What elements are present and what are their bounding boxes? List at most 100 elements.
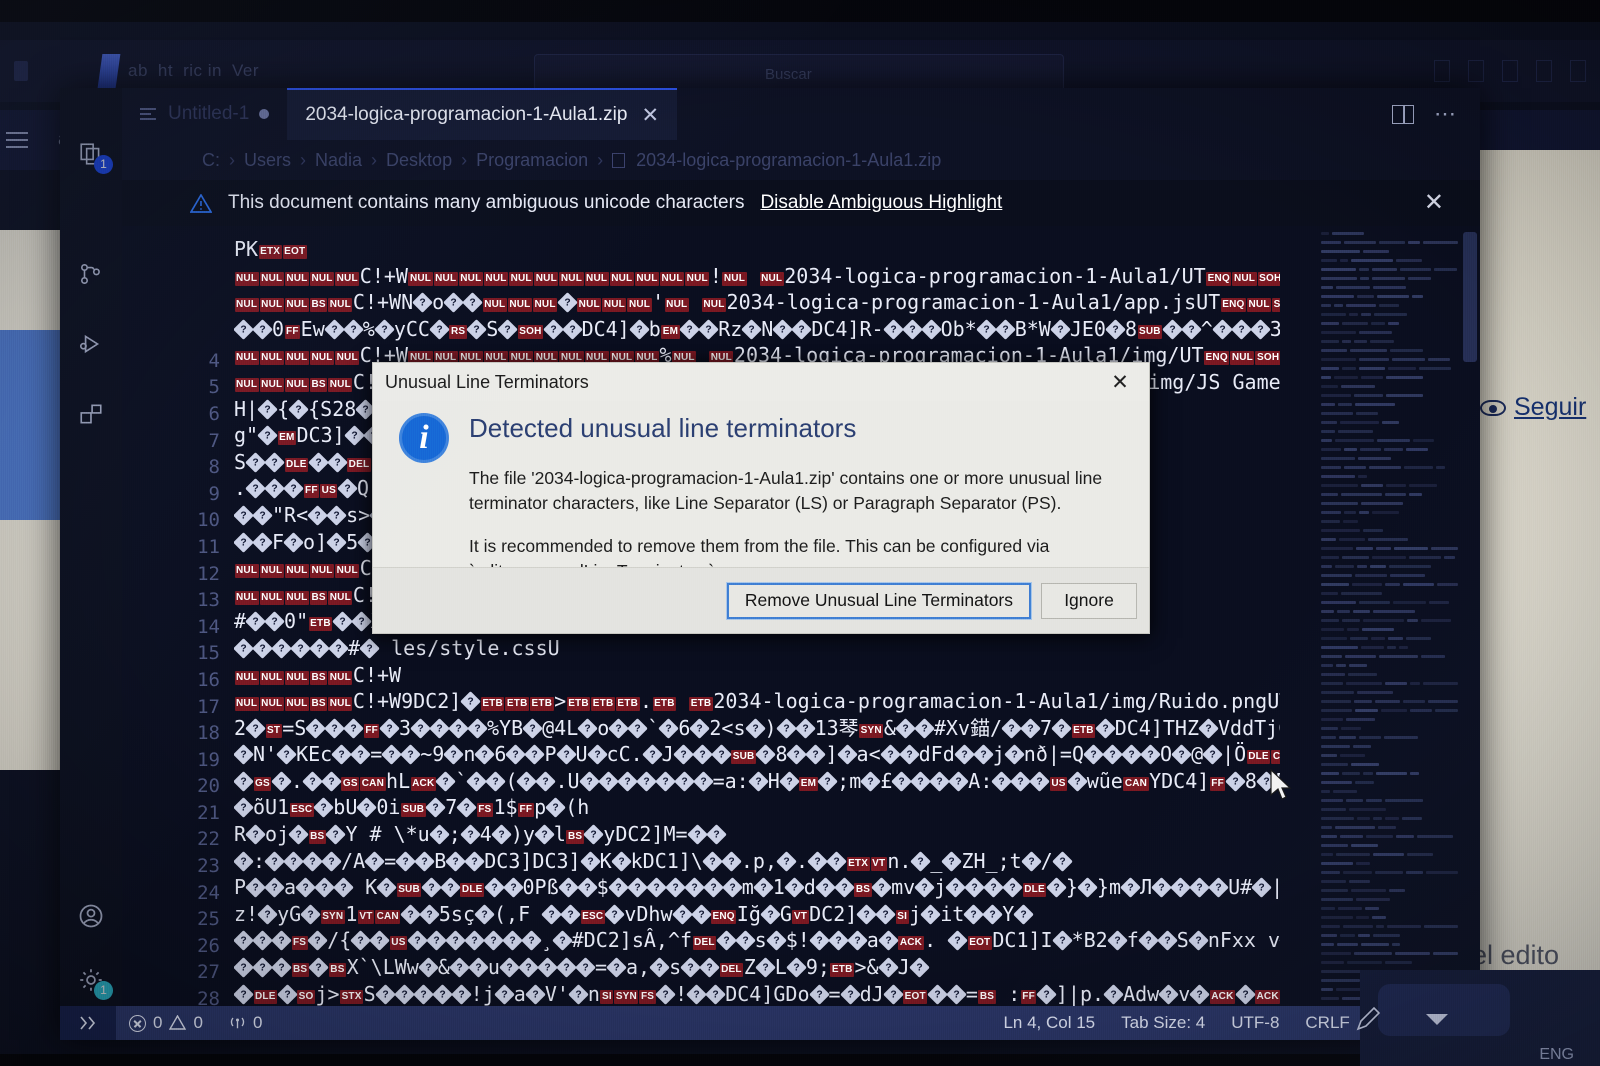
browser-menu-icon[interactable] <box>1570 60 1586 82</box>
control-character-badge: ETB <box>689 697 713 712</box>
code-text: o <box>432 290 445 315</box>
replacement-character <box>1156 930 1178 952</box>
pen-icon[interactable] <box>1350 1002 1384 1036</box>
code-text: | <box>1271 875 1280 900</box>
code-line[interactable]: NULNULNULBSNULC!+W <box>234 662 1280 689</box>
code-line[interactable]: GS.GSCANhLACK`(.U=a:HEM;m£A:USwũeCANYDC4… <box>234 768 1280 795</box>
browser-menu-item[interactable]: ht <box>158 61 173 81</box>
replacement-character <box>456 797 478 819</box>
bookmarks-list-icon[interactable] <box>6 129 32 151</box>
code-text: DC2] <box>809 901 858 926</box>
replacement-character <box>501 930 523 952</box>
code-text: f <box>1126 928 1139 953</box>
split-editor-icon[interactable] <box>1392 104 1414 124</box>
browser-toolbar-icon[interactable] <box>1536 60 1552 82</box>
sidebar-item-manage-settings[interactable]: 1 <box>60 948 122 1012</box>
control-character-badge: NUL <box>722 271 747 286</box>
minimap-row <box>1318 871 1458 878</box>
tab-zip-file[interactable]: 2034-logica-programacion-1-Aula1.zip ✕ <box>287 88 678 140</box>
follow-link[interactable]: Seguir <box>1514 393 1586 422</box>
code-line[interactable]: BSBSX`\LWw&u=a,sDELZL9;ETB>&J <box>234 954 1280 981</box>
control-character-badge: DEL <box>692 936 717 951</box>
control-character-badge: DEL <box>347 457 371 472</box>
code-line[interactable]: NULNULNULBSNULC!+W9DC2]ETBETBETB>ETBETBE… <box>234 688 1280 715</box>
replacement-character <box>895 717 916 739</box>
breadcrumb-item[interactable]: Desktop <box>386 150 452 171</box>
replacement-character <box>516 771 538 792</box>
tab-untitled-1[interactable]: Untitled-1 <box>122 88 287 140</box>
remove-unusual-line-terminators-button[interactable]: Remove Unusual Line Terminators <box>726 582 1031 619</box>
browser-menu-item[interactable]: ric in <box>183 61 222 81</box>
browser-menu-item[interactable]: Ver <box>232 61 259 81</box>
replacement-character <box>435 771 457 792</box>
code-line[interactable]: õU1ESCbU0iSUB7FS1$FFp(h <box>234 794 1280 821</box>
breadcrumb-item[interactable]: Users <box>244 150 291 171</box>
editor-tab-bar: Untitled-1 2034-logica-programacion-1-Au… <box>122 88 1480 140</box>
chevron-down-icon[interactable] <box>1426 1014 1448 1025</box>
sidebar-item-accounts[interactable] <box>60 884 122 948</box>
browser-back-icon[interactable] <box>14 61 28 81</box>
more-actions-icon[interactable]: ⋯ <box>1434 103 1458 125</box>
replacement-character <box>744 717 766 739</box>
replacement-character <box>791 318 813 340</box>
browser-menu-item[interactable]: ab <box>128 61 148 81</box>
encoding-status[interactable]: UTF-8 <box>1218 1013 1292 1033</box>
code-line[interactable]: # les/style.cssU <box>234 635 1280 662</box>
remote-window-button[interactable] <box>60 1006 116 1040</box>
minimap-row <box>1318 916 1458 923</box>
replacement-character <box>395 850 417 872</box>
code-line[interactable]: Pa KSUBDLE0Pß$m1dBSmvjDLE}}mЛU#|TBS~ZSID… <box>234 874 1280 901</box>
browser-toolbar-icon[interactable] <box>1468 60 1484 82</box>
replacement-character <box>234 505 254 526</box>
code-line[interactable]: z!yGSYN1VTCAN5sç(,F ESCvDhwENQIğGVTDC2]S… <box>234 901 1280 928</box>
replacement-character <box>1180 318 1202 340</box>
minimap[interactable] <box>1318 226 1458 1006</box>
code-line[interactable]: NUL NUL NUL NUL NUL C!+W NUL NUL NUL NUL NUL NUL NUL… <box>234 263 1280 290</box>
tab-size-status[interactable]: Tab Size: 4 <box>1108 1013 1218 1033</box>
code-line[interactable]: DLESOj>STXS!jaV'nSISYNFS!DC4]GDo=dJEOT=B… <box>234 981 1280 1006</box>
control-character-badge: DLE <box>460 883 485 898</box>
taskbar-pill[interactable] <box>1356 984 1510 1036</box>
sidebar-item-extensions[interactable] <box>60 382 122 446</box>
code-text: DC1]I <box>992 928 1053 953</box>
control-character-badge: NUL <box>509 271 534 286</box>
disable-ambiguous-highlight-link[interactable]: Disable Ambiguous Highlight <box>760 192 1002 214</box>
cursor-position-status[interactable]: Ln 4, Col 15 <box>990 1013 1108 1033</box>
close-icon[interactable]: ✕ <box>1424 191 1444 215</box>
sidebar-item-run-and-debug[interactable] <box>60 312 122 376</box>
browser-toolbar-icon[interactable] <box>1434 60 1450 82</box>
replacement-character <box>1083 744 1104 766</box>
code-line[interactable]: RojBSY # \*u;4)ylBSyDC2]M= <box>234 821 1280 848</box>
editor-scrollbar[interactable] <box>1458 226 1480 1006</box>
replacement-character <box>1102 744 1123 766</box>
code-line[interactable]: PK ETX EOT <box>234 236 1280 263</box>
breadcrumb-item[interactable]: Programacion <box>476 150 588 171</box>
code-line[interactable]: :/A=BDC3]DC3]KkDC1]\.p,.ETXVTn._ZH_;t/ <box>234 848 1280 875</box>
code-line[interactable]: 2ST=SFF3%YB@4Lo`62<s)13琴SYN&#Xv錨/7ETBDC4… <box>234 715 1280 742</box>
replacement-character <box>1211 318 1233 340</box>
code-line[interactable]: 0FFEw%yCCRSSSOHDC4]bEMRzNDC4]R-Ob*B*WJE0… <box>234 316 1280 343</box>
replacement-character <box>860 771 882 792</box>
breadcrumb-item[interactable]: C: <box>202 150 220 171</box>
breadcrumb-item[interactable]: Nadia <box>315 150 362 171</box>
replacement-character <box>610 850 632 872</box>
sidebar-item-source-control[interactable] <box>60 242 122 306</box>
scrollbar-thumb[interactable] <box>1463 232 1477 362</box>
dialog-close-icon[interactable]: ✕ <box>1103 367 1137 397</box>
extensions-icon <box>80 404 102 424</box>
code-line[interactable]: N'KEc=~9n6PUcC.JSUB8]a<dFdjnð|=QO@|ÖDLEC… <box>234 741 1280 768</box>
ignore-button[interactable]: Ignore <box>1041 582 1137 619</box>
tab-close-icon[interactable]: ✕ <box>641 103 659 128</box>
replacement-character <box>597 771 619 792</box>
language-indicator[interactable]: ENG <box>1539 1046 1574 1064</box>
code-text: s> <box>346 502 371 527</box>
replacement-character <box>343 425 365 446</box>
ports-status[interactable]: 0 <box>216 1013 275 1033</box>
sidebar-item-explorer[interactable]: 1 <box>60 122 122 186</box>
problems-status[interactable]: 0 0 <box>116 1013 216 1033</box>
code-line[interactable]: NULNULNULBSNULC!+WNoNULNULNULNULNULNUL'N… <box>234 289 1280 316</box>
breadcrumb-item[interactable]: 2034-logica-programacion-1-Aula1.zip <box>636 150 941 171</box>
code-line[interactable]: FS /{US ¸ #DC2]sÂ,^fDEL s $! a ACK. EOTDC1]I *B2… <box>234 927 1280 954</box>
browser-toolbar-icon[interactable] <box>1502 60 1518 82</box>
replacement-character <box>1202 744 1223 766</box>
